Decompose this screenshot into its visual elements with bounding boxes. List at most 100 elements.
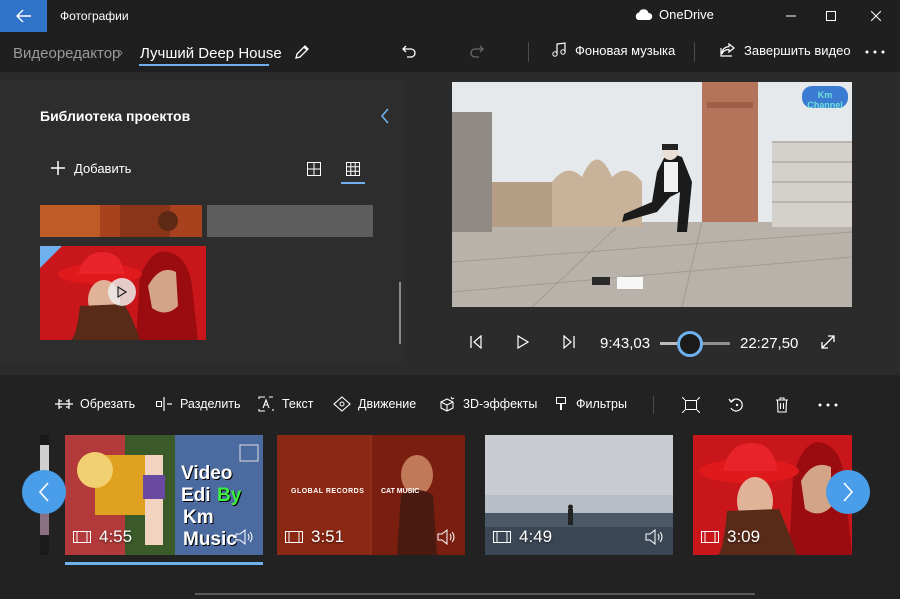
split-label: Разделить xyxy=(180,397,241,411)
maximize-icon xyxy=(826,11,836,21)
motion-button[interactable]: Движение xyxy=(333,396,416,412)
previous-frame-button[interactable] xyxy=(466,334,486,350)
library-scrollbar[interactable] xyxy=(399,282,401,344)
trash-icon xyxy=(776,397,788,413)
large-grid-view-button[interactable] xyxy=(305,160,323,178)
project-name-underline xyxy=(139,64,269,66)
volume-icon[interactable] xyxy=(437,529,457,545)
brush-icon xyxy=(556,397,566,410)
delete-button[interactable] xyxy=(772,396,792,414)
filters-button[interactable]: Фильтры xyxy=(553,396,627,412)
small-grid-view-button[interactable] xyxy=(344,160,362,178)
split-button[interactable]: Разделить xyxy=(155,396,241,412)
back-arrow-icon xyxy=(15,9,31,23)
library-title: Библиотека проектов xyxy=(40,108,191,124)
more-icon xyxy=(865,50,885,54)
more-options-button[interactable] xyxy=(862,42,888,62)
rename-button[interactable] xyxy=(292,42,312,62)
play-overlay-button[interactable] xyxy=(108,278,136,306)
project-name[interactable]: Лучший Deep House xyxy=(140,45,282,62)
library-thumbnail[interactable] xyxy=(207,205,373,237)
trim-label: Обрезать xyxy=(80,397,136,411)
trim-icon xyxy=(55,399,73,409)
clip-card[interactable]: 4:49 xyxy=(485,435,673,555)
play-button[interactable] xyxy=(513,334,533,350)
film-icon xyxy=(285,531,303,543)
expand-icon xyxy=(821,335,835,349)
filters-label: Фильтры xyxy=(576,397,627,411)
channel-watermark: Km Channel xyxy=(807,90,843,110)
clip-selected-indicator xyxy=(65,562,263,565)
chevron-left-icon xyxy=(38,482,49,502)
chevron-left-icon xyxy=(380,108,389,124)
redo-button[interactable] xyxy=(466,42,488,62)
maximize-button[interactable] xyxy=(808,0,854,32)
more-icon xyxy=(818,403,838,407)
cloud-icon xyxy=(635,8,653,20)
breadcrumb-root[interactable]: Видеоредактор xyxy=(13,45,120,62)
volume-icon[interactable] xyxy=(645,529,665,545)
3d-effects-button[interactable]: 3D-эффекты xyxy=(438,396,537,412)
film-icon xyxy=(73,531,91,543)
plus-icon xyxy=(51,161,65,175)
current-time: 9:43,03 xyxy=(600,335,651,352)
scroll-left-button[interactable] xyxy=(22,470,66,514)
split-icon xyxy=(156,397,172,411)
music-note-icon xyxy=(552,42,566,57)
clip-card[interactable]: GLOBAL RECORDS CAT MUSIC 3:51 xyxy=(277,435,465,555)
title-bar xyxy=(0,0,900,32)
collapse-library-button[interactable] xyxy=(376,106,394,126)
library-thumbnail-selected[interactable] xyxy=(40,246,206,340)
clip-info: 4:49 xyxy=(493,527,665,547)
clip-duration-text: 3:09 xyxy=(727,527,761,546)
film-icon xyxy=(701,531,719,543)
video-preview[interactable]: Km Channel xyxy=(452,82,852,307)
volume-icon[interactable] xyxy=(235,529,255,545)
storyboard-more-button[interactable] xyxy=(816,396,840,414)
rotate-button[interactable] xyxy=(726,396,746,414)
clip-duration: 3:09 xyxy=(701,527,760,547)
clip-card[interactable]: Video Edi By Km Music 4:55 xyxy=(65,435,263,555)
undo-icon xyxy=(402,45,416,58)
minimize-icon xyxy=(786,15,796,17)
undo-button[interactable] xyxy=(398,42,420,62)
play-icon xyxy=(117,286,127,298)
storyboard-scrollbar[interactable] xyxy=(195,593,755,595)
divider xyxy=(653,396,654,414)
next-frame-button[interactable] xyxy=(559,334,579,350)
clip-overlay-text: GLOBAL RECORDS xyxy=(291,488,365,495)
text-icon xyxy=(258,396,274,412)
onedrive-status[interactable]: OneDrive xyxy=(633,7,714,22)
chevron-right-icon xyxy=(843,482,854,502)
motion-label: Движение xyxy=(358,397,417,411)
text-button[interactable]: Текст xyxy=(257,396,313,412)
library-thumbnail[interactable] xyxy=(40,205,202,237)
background-music-button[interactable]: Фоновая музыка xyxy=(551,42,675,58)
breadcrumb-separator: › xyxy=(118,44,124,61)
share-icon xyxy=(720,42,735,57)
clip-info: 3:51 xyxy=(285,527,457,547)
total-time: 22:27,50 xyxy=(740,335,799,352)
clip-info: 4:55 xyxy=(73,527,255,547)
add-button[interactable]: Добавить xyxy=(50,160,131,176)
seek-thumb[interactable] xyxy=(677,331,703,357)
divider xyxy=(694,42,695,62)
fullscreen-button[interactable] xyxy=(818,332,838,352)
text-label: Текст xyxy=(282,397,314,411)
motion-icon xyxy=(333,396,351,412)
clip-overlay-text: CAT MUSIC xyxy=(381,488,420,495)
scroll-right-button[interactable] xyxy=(826,470,870,514)
clip-duration: 4:49 xyxy=(493,527,552,547)
resize-button[interactable] xyxy=(681,396,701,414)
clip-duration-text: 3:51 xyxy=(311,527,345,546)
clip-overlay-text: By xyxy=(217,485,242,506)
finish-video-button[interactable]: Завершить видео xyxy=(720,42,851,58)
trim-button[interactable]: Обрезать xyxy=(55,396,135,412)
onedrive-label: OneDrive xyxy=(659,7,714,22)
close-button[interactable] xyxy=(853,0,899,32)
close-icon xyxy=(871,11,881,21)
clip-info: 3:09 xyxy=(701,527,844,547)
rotate-icon xyxy=(728,398,743,412)
back-button[interactable] xyxy=(0,0,47,32)
divider xyxy=(528,42,529,62)
